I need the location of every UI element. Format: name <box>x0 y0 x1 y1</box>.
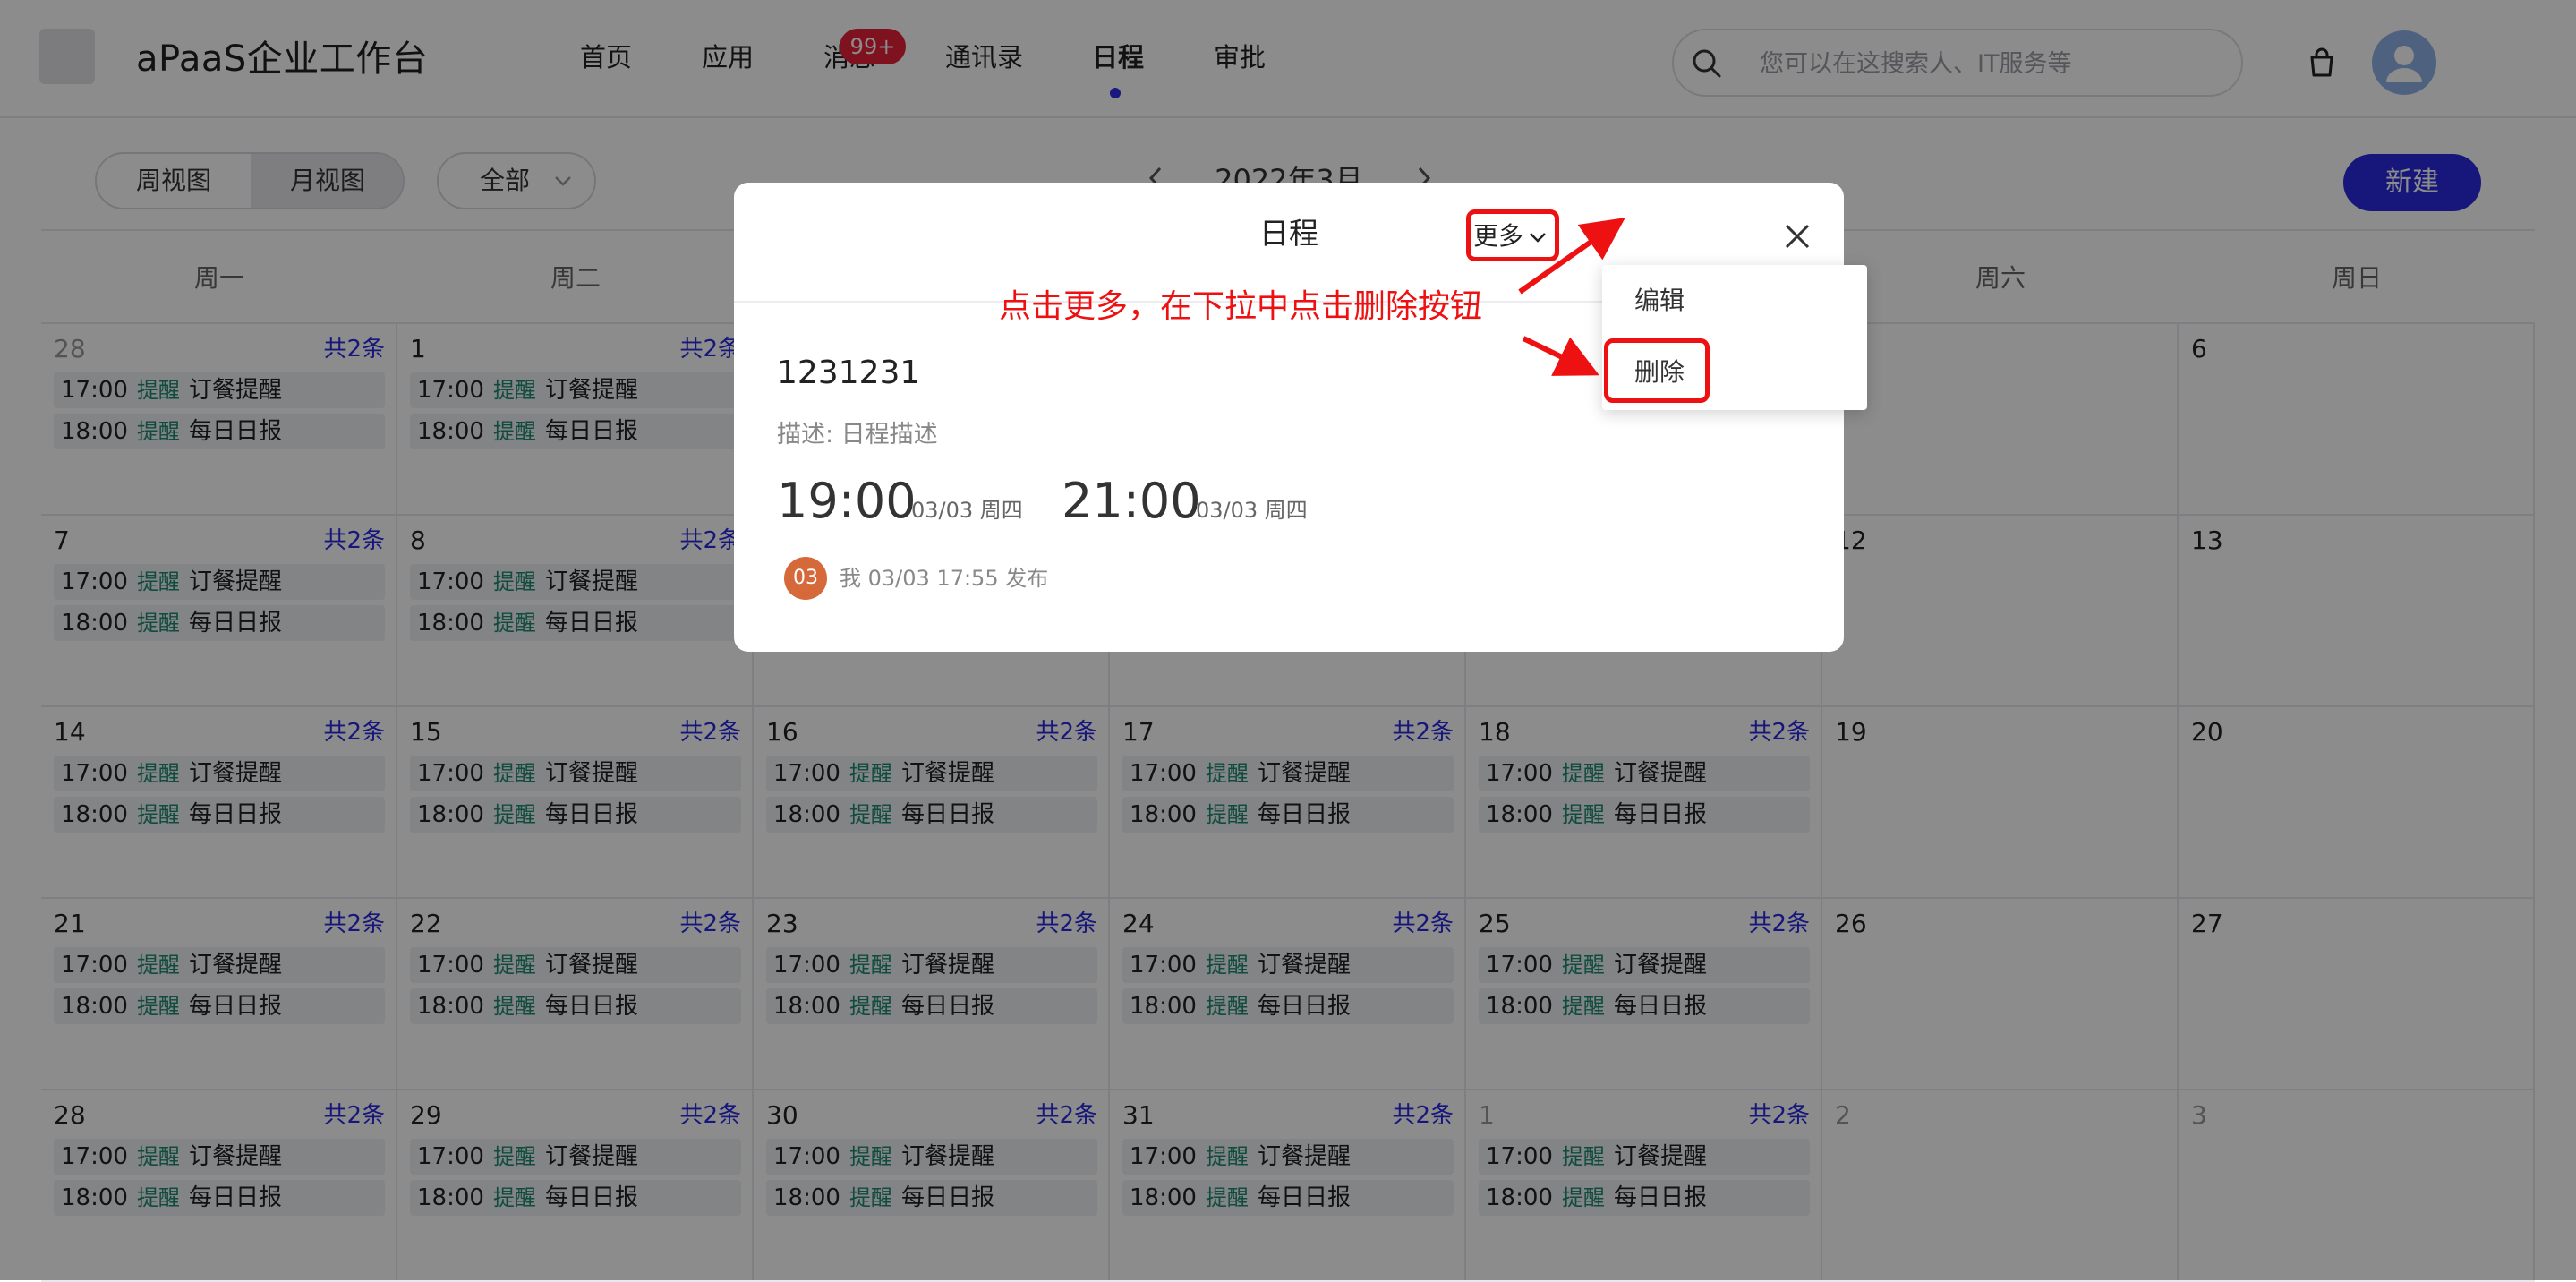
publish-info: 我 03/03 17:55 发布 <box>840 566 1049 591</box>
publisher-avatar: 03 <box>784 557 827 600</box>
end-time: 21:00 <box>1062 473 1201 529</box>
more-button[interactable]: 更多 <box>1473 218 1548 254</box>
close-icon[interactable] <box>1781 220 1813 252</box>
event-title: 1231231 <box>777 355 921 391</box>
end-date: 03/03 周四 <box>1196 498 1308 523</box>
more-label: 更多 <box>1473 221 1524 251</box>
chevron-down-icon <box>1530 233 1546 243</box>
modal-title: 日程 <box>1259 216 1318 251</box>
annotation-instruction: 点击更多，在下拉中点击删除按钮 <box>999 288 1483 325</box>
edit-menu-item[interactable]: 编辑 <box>1634 281 1685 320</box>
delete-highlight-box <box>1604 338 1710 403</box>
schedule-detail-modal: 日程 更多 1231231 描述: 日程描述 19:00 03/03 周四 21… <box>734 183 1844 652</box>
start-time: 19:00 <box>777 473 917 529</box>
event-description: 描述: 日程描述 <box>777 421 938 449</box>
start-date: 03/03 周四 <box>911 498 1023 523</box>
